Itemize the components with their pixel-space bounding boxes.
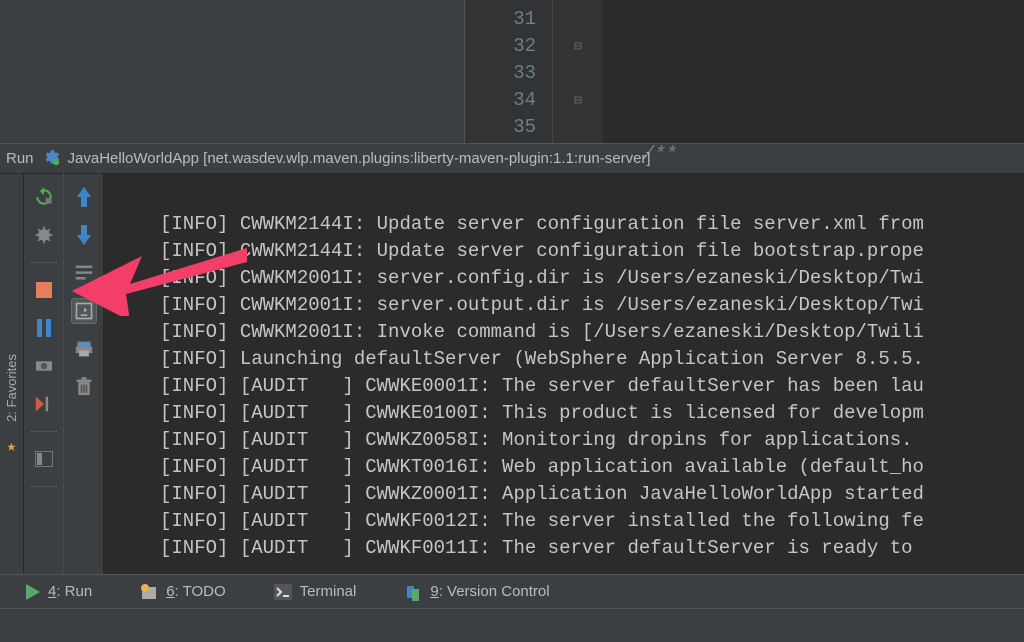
console-output[interactable]: [INFO] CWWKM2144I: Update server configu… <box>104 174 1024 574</box>
line-number: 32 <box>465 33 536 60</box>
console-line: [INFO] Launching defaultServer (WebSpher… <box>160 348 924 370</box>
console-line: [INFO] [AUDIT ] CWWKZ0058I: Monitoring d… <box>160 429 913 451</box>
soft-wrap-button[interactable] <box>71 260 97 286</box>
tab-run[interactable]: 4: Run <box>26 583 92 600</box>
line-number: 33 <box>465 60 536 87</box>
stop-button[interactable] <box>31 277 57 303</box>
run-toolbar-secondary <box>64 174 104 574</box>
fold-gutter: ⊟ ⊟ <box>553 0 603 143</box>
layout-button[interactable] <box>31 446 57 472</box>
fold-marker[interactable]: ⊟ <box>553 87 603 114</box>
console-line: [INFO] [AUDIT ] CWWKE0100I: This product… <box>160 402 924 424</box>
clear-all-button[interactable] <box>71 374 97 400</box>
left-rail: 2: Favorites ★ <box>0 174 24 574</box>
console-line: [INFO] [AUDIT ] CWWKF0012I: The server i… <box>160 510 924 532</box>
run-panel: 2: Favorites ★ <box>0 174 1024 574</box>
line-number: 34 <box>465 87 536 114</box>
fold-marker[interactable] <box>553 60 603 87</box>
run-header-prefix: Run <box>6 150 34 167</box>
tab-todo-label: : TODO <box>175 583 226 600</box>
favorites-tab[interactable]: 2: Favorites <box>4 354 19 422</box>
line-number: 35 <box>465 114 536 141</box>
todo-icon <box>140 583 158 601</box>
pause-button[interactable] <box>31 315 57 341</box>
console-line: [INFO] [AUDIT ] CWWKZ0001I: Application … <box>160 483 924 505</box>
run-toolbar-primary <box>24 174 64 574</box>
star-icon[interactable]: ★ <box>7 436 17 456</box>
console-line: [INFO] CWWKM2144I: Update server configu… <box>160 240 924 262</box>
line-number: 31 <box>465 6 536 33</box>
console-line: [INFO] CWWKM2001I: server.config.dir is … <box>160 267 924 289</box>
line-number-gutter: 31 32 33 34 35 <box>465 0 553 143</box>
separator <box>31 431 57 432</box>
tab-vcs-key: 9 <box>430 583 438 600</box>
tab-vcs-label: : Version Control <box>439 583 550 600</box>
console-line: [INFO] CWWKM2144I: Update server configu… <box>160 213 924 235</box>
tab-todo-key: 6 <box>166 583 174 600</box>
scroll-to-end-button[interactable] <box>71 298 97 324</box>
dump-threads-button[interactable] <box>31 353 57 379</box>
tab-run-label: : Run <box>56 583 92 600</box>
code-content[interactable]: /** * @see HttpServlet#doGet(Ht */ @Over… <box>603 0 963 143</box>
console-line: [INFO] CWWKM2001I: server.output.dir is … <box>160 294 924 316</box>
tab-terminal-label: Terminal <box>300 583 357 600</box>
tab-version-control[interactable]: 9: Version Control <box>404 583 549 601</box>
tab-todo[interactable]: 6: TODO <box>140 583 225 601</box>
scroll-up-button[interactable] <box>71 184 97 210</box>
bottom-tool-tabs: 4: Run 6: TODO Terminal 9: Version Contr… <box>0 574 1024 608</box>
editor-left-panel <box>0 0 465 143</box>
console-line: [INFO] [AUDIT ] CWWKT0016I: Web applicat… <box>160 456 924 478</box>
play-icon <box>26 584 40 600</box>
rerun-button[interactable] <box>31 184 57 210</box>
fold-marker[interactable] <box>553 114 603 141</box>
fold-marker[interactable] <box>553 6 603 33</box>
exit-button[interactable] <box>31 391 57 417</box>
terminal-icon <box>274 584 292 600</box>
console-line: [INFO] [AUDIT ] CWWKE0001I: The server d… <box>160 375 924 397</box>
separator <box>31 486 57 487</box>
scroll-down-button[interactable] <box>71 222 97 248</box>
run-config-title: JavaHelloWorldApp [net.wasdev.wlp.maven.… <box>68 150 651 167</box>
console-line: [INFO] [AUDIT ] CWWKF0011I: The server d… <box>160 537 924 559</box>
separator <box>31 262 57 263</box>
tab-terminal[interactable]: Terminal <box>274 583 357 600</box>
status-bar <box>0 608 1024 632</box>
print-button[interactable] <box>71 336 97 362</box>
debug-button[interactable] <box>31 222 57 248</box>
console-line: [INFO] CWWKM2001I: Invoke command is [/U… <box>160 321 924 343</box>
vcs-icon <box>404 583 422 601</box>
fold-marker[interactable]: ⊟ <box>553 33 603 60</box>
gear-icon <box>42 148 60 170</box>
editor-area: 31 32 33 34 35 ⊟ ⊟ /** * @see HttpServle… <box>0 0 1024 144</box>
